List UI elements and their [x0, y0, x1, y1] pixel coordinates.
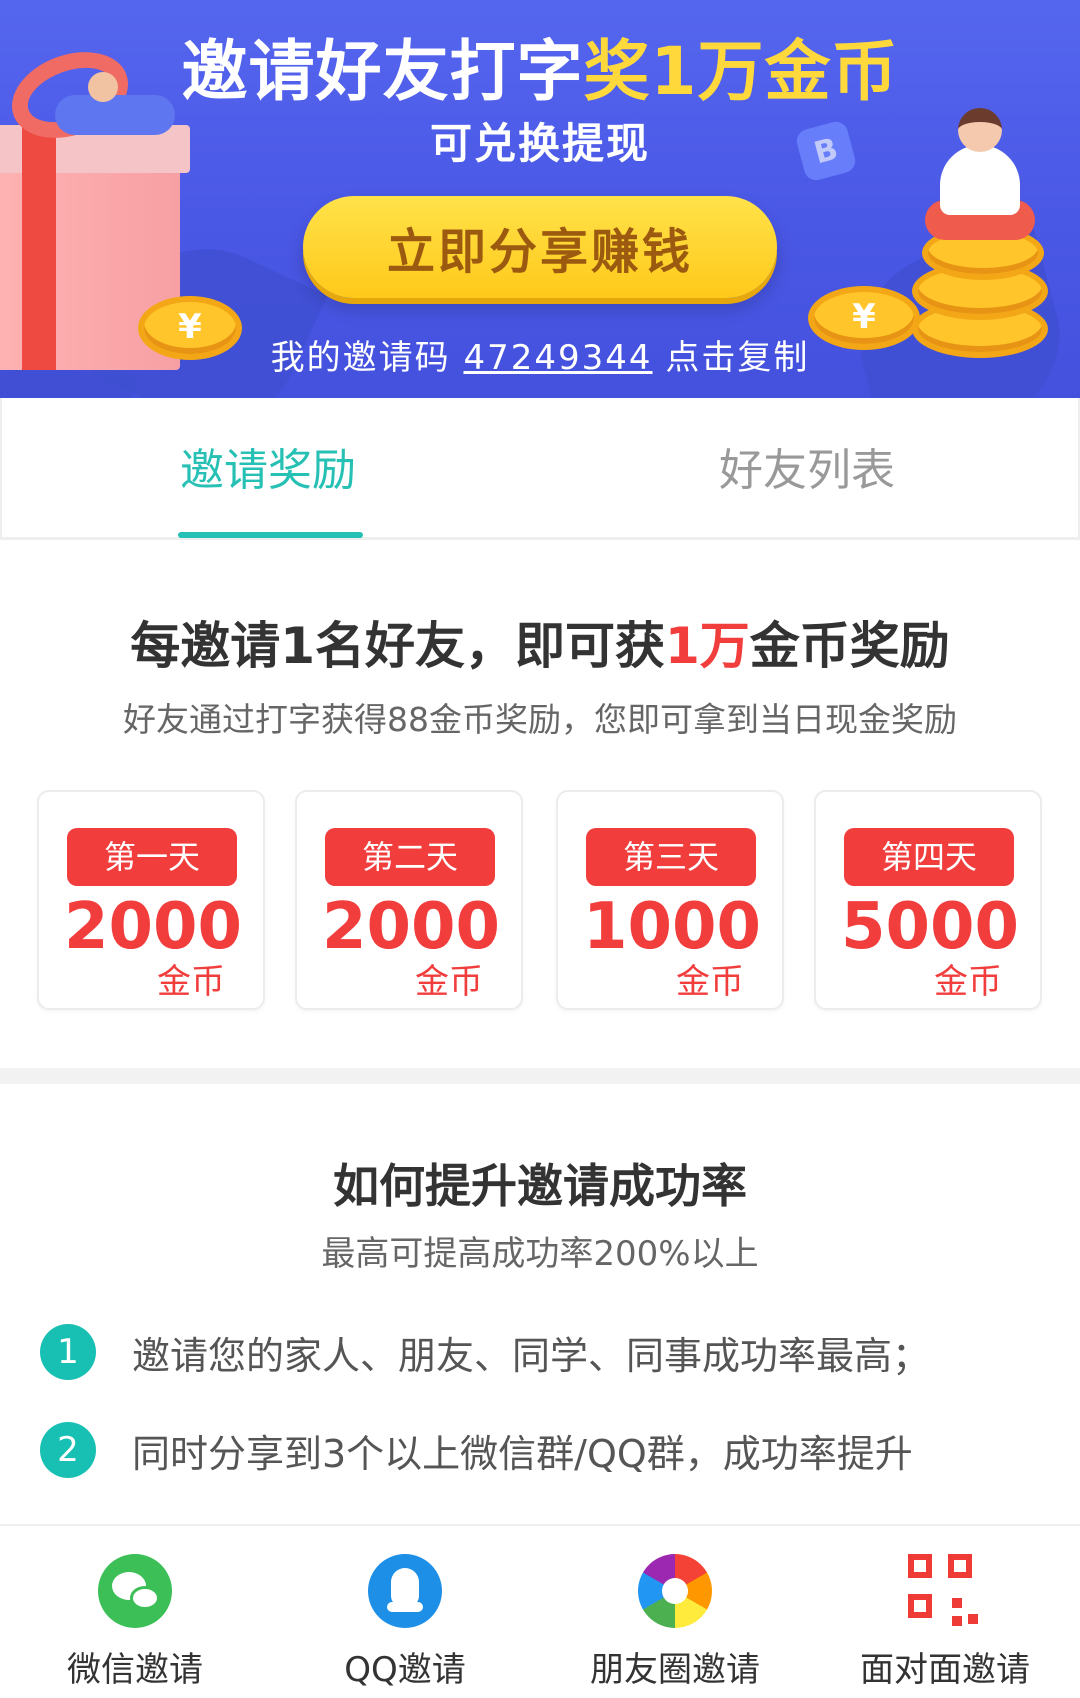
- day-label: 第一天: [67, 828, 237, 886]
- active-tab-indicator: [178, 532, 363, 538]
- promo-banner: ¥ ¥ B 邀请好友打字奖1万金币 可兑换提现 立即分享赚钱 我的邀请码 472…: [0, 0, 1080, 398]
- day-unit: 金币: [157, 962, 225, 1002]
- invite-code-prefix: 我的邀请码: [270, 338, 451, 378]
- share-label: 面对面邀请: [860, 1650, 1030, 1690]
- day-amount: 2000: [63, 890, 243, 964]
- tab-invite-rewards[interactable]: 邀请奖励: [180, 434, 356, 498]
- day-reward-card: 第三天 1000 金币: [556, 790, 784, 1010]
- day-reward-card: 第一天 2000 金币: [37, 790, 265, 1010]
- copy-link[interactable]: 点击复制: [665, 338, 809, 378]
- share-wechat-button[interactable]: 微信邀请: [0, 1554, 270, 1691]
- day-label: 第四天: [844, 828, 1014, 886]
- day-amount: 5000: [840, 890, 1020, 964]
- reward-subtitle: 好友通过打字获得88金币奖励，您即可拿到当日现金奖励: [123, 700, 957, 739]
- tip-item: 2 同时分享到3个以上微信群/QQ群，成功率提升: [40, 1420, 913, 1480]
- day-amount: 1000: [582, 890, 762, 964]
- day-reward-card: 第二天 2000 金币: [295, 790, 523, 1010]
- share-label: 微信邀请: [67, 1650, 203, 1690]
- qrcode-icon: [908, 1554, 982, 1628]
- day-unit: 金币: [934, 962, 1002, 1002]
- invite-code[interactable]: 47249344: [463, 338, 652, 378]
- share-qq-button[interactable]: QQ邀请: [270, 1554, 540, 1691]
- tip-item: 1 邀请您的家人、朋友、同学、同事成功率最高；: [40, 1322, 930, 1382]
- share-label: 朋友圈邀请: [590, 1650, 760, 1690]
- share-face-to-face-button[interactable]: 面对面邀请: [810, 1554, 1080, 1691]
- moments-icon: [638, 1554, 712, 1628]
- tips-title: 如何提升邀请成功率: [333, 1159, 747, 1213]
- qq-icon: [368, 1554, 442, 1628]
- reward-title-highlight: 1万: [665, 617, 750, 675]
- share-bar: 微信邀请 QQ邀请 朋友圈邀请 面对面邀请: [0, 1524, 1080, 1698]
- tab-friend-list[interactable]: 好友列表: [719, 434, 895, 498]
- wechat-icon: [98, 1554, 172, 1628]
- day-label: 第二天: [325, 828, 495, 886]
- tab-bar: 邀请奖励 好友列表: [0, 398, 1080, 540]
- tip-text: 邀请您的家人、朋友、同学、同事成功率最高；: [132, 1333, 931, 1378]
- share-label: QQ邀请: [344, 1650, 466, 1690]
- day-label: 第三天: [586, 828, 756, 886]
- banner-title-highlight: 奖1万金币: [583, 33, 899, 110]
- day-unit: 金币: [676, 962, 744, 1002]
- invite-code-line[interactable]: 我的邀请码 47249344 点击复制: [0, 330, 1080, 379]
- tip-number-badge: 2: [40, 1422, 96, 1478]
- tips-subtitle: 最高可提高成功率200%以上: [321, 1234, 759, 1274]
- share-moments-button[interactable]: 朋友圈邀请: [540, 1554, 810, 1691]
- tip-text: 同时分享到3个以上微信群/QQ群，成功率提升: [132, 1431, 913, 1476]
- reward-title: 每邀请1名好友，即可获1万金币奖励: [130, 617, 950, 675]
- section-divider: [0, 1068, 1080, 1084]
- banner-subtitle: 可兑换提现: [429, 119, 650, 168]
- day-amount: 2000: [321, 890, 501, 964]
- day-unit: 金币: [415, 962, 483, 1002]
- share-earn-button[interactable]: 立即分享赚钱: [303, 196, 777, 298]
- day-reward-card: 第四天 5000 金币: [814, 790, 1042, 1010]
- tip-number-badge: 1: [40, 1324, 96, 1380]
- banner-title: 邀请好友打字奖1万金币: [181, 33, 899, 110]
